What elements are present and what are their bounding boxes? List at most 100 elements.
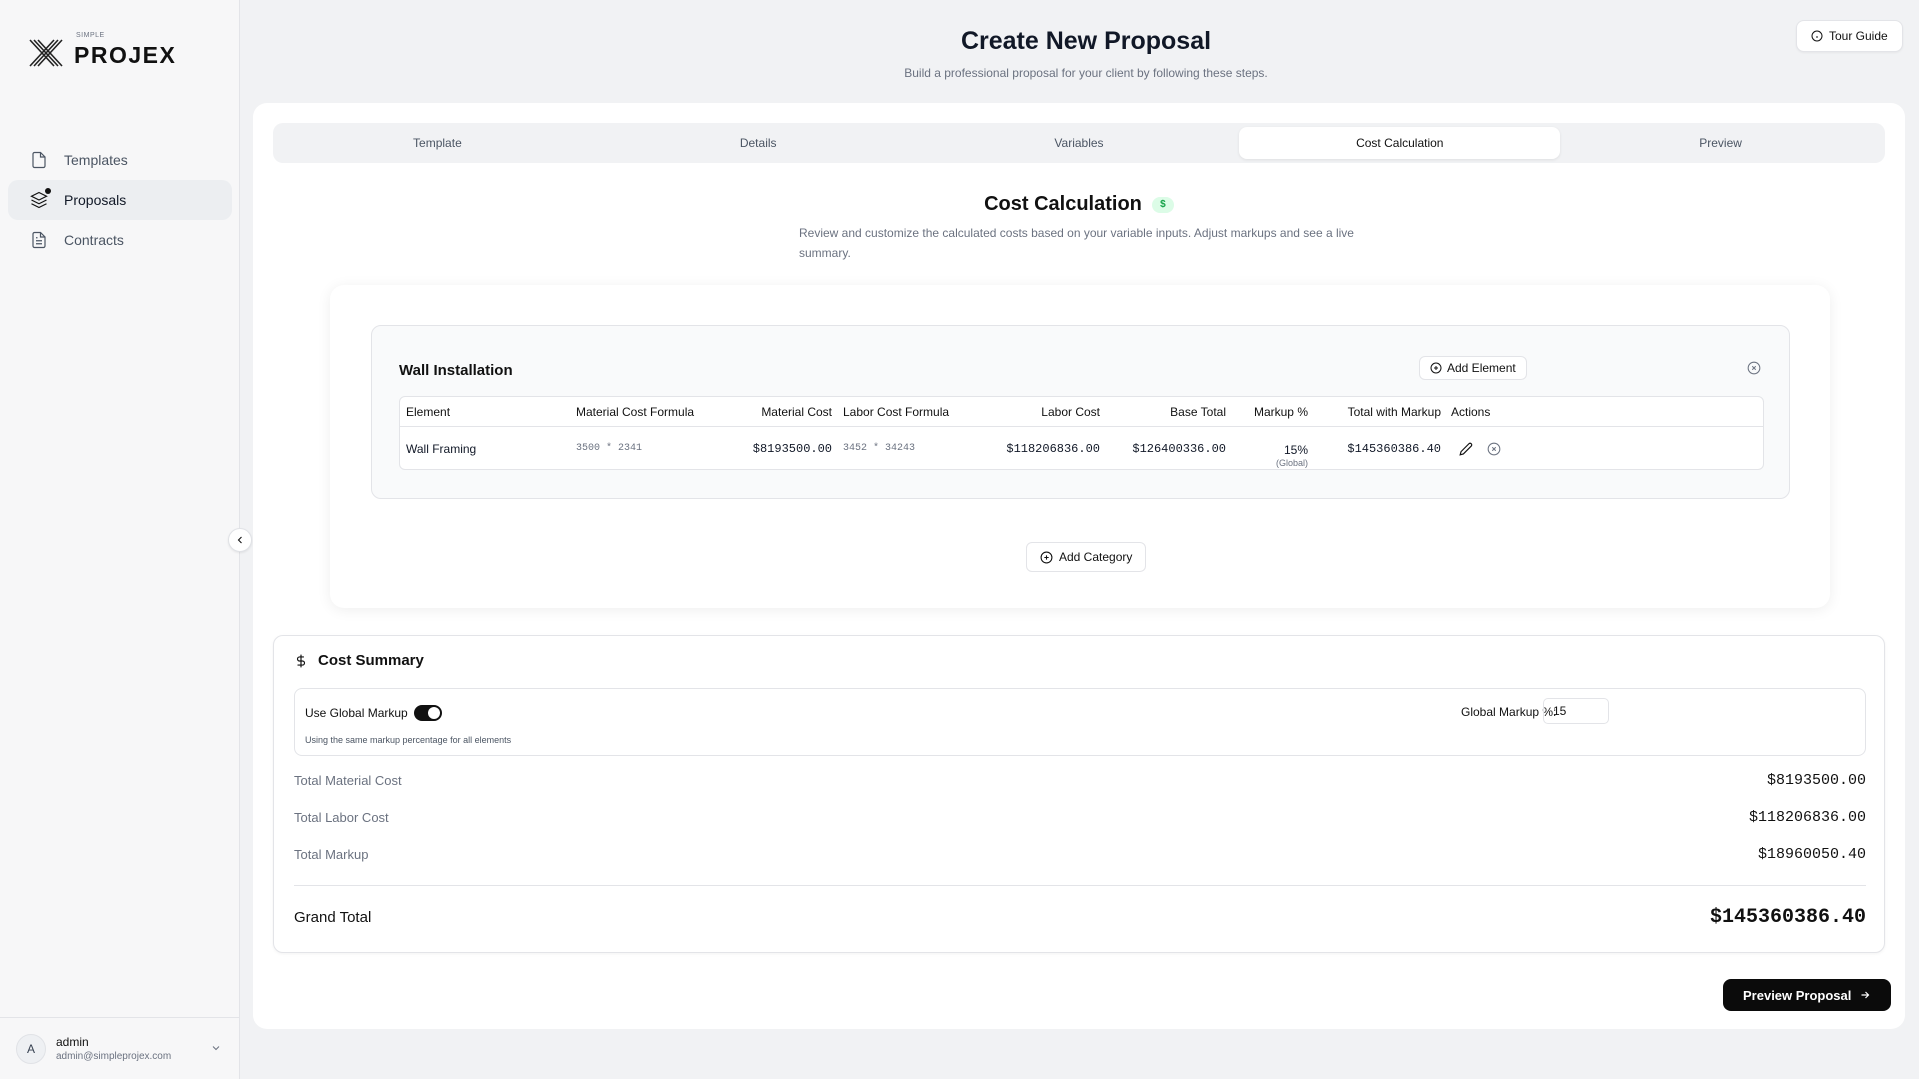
summary-title-text: Cost Summary — [318, 652, 424, 669]
summary-row-markup: Total Markup $18960050.40 — [294, 846, 1866, 863]
tab-template[interactable]: Template — [277, 127, 598, 159]
dollar-badge-icon: $ — [1151, 196, 1174, 213]
labor-cost: $118206836.00 — [1006, 441, 1100, 456]
summary-label: Total Markup — [294, 847, 369, 862]
add-category-label: Add Category — [1059, 550, 1133, 564]
table-row: Wall Framing 3500 * 2341 $8193500.00 345… — [400, 427, 1763, 470]
markup-value: 15% — [1283, 443, 1308, 457]
user-email: admin@simpleprojex.com — [56, 1051, 172, 1062]
collapse-sidebar-button[interactable] — [228, 528, 252, 552]
cost-summary: Cost Summary Use Global Markup Using the… — [273, 635, 1885, 953]
sidebar-item-label: Proposals — [64, 192, 127, 208]
tour-guide-button[interactable]: Tour Guide — [1796, 20, 1903, 52]
global-markup-input[interactable]: 15 — [1543, 698, 1609, 724]
sidebar: SIMPLE PROJEX Templates Proposals Contra… — [0, 0, 240, 1079]
col-material-formula: Material Cost Formula — [576, 404, 695, 419]
preview-proposal-button[interactable]: Preview Proposal — [1723, 979, 1892, 1011]
layers-icon — [30, 191, 48, 209]
tour-guide-label: Tour Guide — [1829, 29, 1888, 43]
logo[interactable]: SIMPLE PROJEX — [28, 32, 177, 69]
summary-value: $118206836.00 — [1748, 809, 1866, 826]
arrow-right-icon — [1861, 991, 1870, 999]
sidebar-item-label: Contracts — [64, 232, 124, 248]
logo-small-text: SIMPLE — [76, 32, 105, 39]
global-markup-toggle-row: Use Global Markup — [305, 705, 442, 721]
plus-circle-icon — [1040, 551, 1053, 563]
info-icon — [1811, 30, 1823, 42]
col-material-cost: Material Cost — [761, 404, 832, 419]
global-markup-help: Using the same markup percentage for all… — [305, 735, 512, 745]
col-element: Element — [406, 404, 451, 419]
element-name: Wall Framing — [406, 441, 477, 456]
user-name: admin — [56, 1035, 89, 1049]
global-markup-toggle[interactable] — [413, 705, 442, 721]
global-markup-panel: Use Global Markup Using the same markup … — [294, 688, 1866, 756]
summary-divider — [294, 885, 1866, 886]
add-category-button[interactable]: Add Category — [1026, 542, 1147, 572]
tab-details[interactable]: Details — [598, 127, 919, 159]
summary-title: Cost Summary — [294, 652, 424, 669]
document-icon — [32, 231, 46, 249]
tab-variables[interactable]: Variables — [919, 127, 1240, 159]
base-total: $126400336.00 — [1132, 441, 1226, 456]
summary-row-grand-total: Grand Total $145360386.40 — [294, 906, 1866, 929]
summary-label: Total Labor Cost — [294, 810, 389, 825]
col-base-total: Base Total — [1170, 404, 1226, 419]
sidebar-item-label: Templates — [64, 152, 128, 168]
grand-total-value: $145360386.40 — [1709, 906, 1866, 929]
chevron-down-icon — [212, 1046, 220, 1051]
logo-mark-icon — [29, 38, 63, 67]
add-element-button[interactable]: Add Element — [1419, 356, 1527, 380]
col-labor-formula: Labor Cost Formula — [843, 404, 950, 419]
col-markup: Markup % — [1253, 404, 1308, 419]
remove-category-icon[interactable] — [1747, 361, 1761, 375]
summary-label: Total Material Cost — [294, 773, 402, 788]
edit-icon[interactable] — [1459, 442, 1473, 456]
col-labor-cost: Labor Cost — [1041, 404, 1100, 419]
add-element-label: Add Element — [1447, 361, 1516, 375]
user-menu[interactable]: A admin admin@simpleprojex.com — [0, 1017, 240, 1079]
wizard-card: Template Details Variables Cost Calculat… — [253, 103, 1905, 1029]
plus-circle-icon — [1430, 362, 1442, 374]
row-actions — [1445, 427, 1501, 470]
total-with-markup: $145360386.40 — [1347, 441, 1441, 456]
section-title: Cost Calculation $ — [253, 193, 1905, 216]
avatar: A — [16, 1033, 46, 1064]
cost-calculation-card: Wall Installation Add Element Element Ma… — [330, 285, 1830, 608]
preview-proposal-label: Preview Proposal — [1743, 987, 1852, 1003]
dollar-icon — [296, 654, 306, 667]
markup-note: (Global) — [1275, 458, 1308, 468]
sidebar-nav: Templates Proposals Contracts — [8, 140, 232, 260]
page-subtitle: Build a professional proposal for your c… — [904, 66, 1268, 80]
sidebar-item-contracts[interactable]: Contracts — [8, 220, 232, 260]
summary-value: $18960050.40 — [1757, 846, 1866, 863]
summary-row-labor: Total Labor Cost $118206836.00 — [294, 809, 1866, 826]
markup-cell: 15% (Global) — [1230, 427, 1308, 470]
page-title: Create New Proposal — [960, 27, 1212, 55]
step-tabs: Template Details Variables Cost Calculat… — [273, 123, 1885, 163]
tab-preview[interactable]: Preview — [1560, 127, 1881, 159]
summary-value: $8193500.00 — [1766, 772, 1866, 789]
material-cost: $8193500.00 — [752, 441, 832, 456]
remove-element-icon[interactable] — [1487, 442, 1501, 456]
labor-formula: 3452 * 34243 — [843, 443, 916, 454]
chevron-left-icon — [237, 536, 242, 544]
tab-cost-calculation[interactable]: Cost Calculation — [1239, 127, 1561, 159]
logo-name: PROJEX — [74, 42, 177, 68]
category-name: Wall Installation — [399, 362, 513, 379]
grand-total-label: Grand Total — [294, 909, 372, 926]
file-icon — [32, 151, 46, 169]
sidebar-item-templates[interactable]: Templates — [8, 140, 232, 180]
col-total-with-markup: Total with Markup — [1347, 404, 1441, 419]
summary-row-material: Total Material Cost $8193500.00 — [294, 772, 1866, 789]
notification-dot — [45, 188, 51, 194]
section-title-text: Cost Calculation — [984, 193, 1142, 215]
col-actions: Actions — [1451, 404, 1491, 419]
material-formula: 3500 * 2341 — [576, 443, 643, 454]
elements-table: Element Material Cost Formula Material C… — [399, 396, 1764, 470]
section-description: Review and customize the calculated cost… — [799, 226, 1354, 260]
sidebar-item-proposals[interactable]: Proposals — [8, 180, 232, 220]
table-header: Element Material Cost Formula Material C… — [400, 397, 1763, 427]
category-card: Wall Installation Add Element Element Ma… — [371, 325, 1790, 499]
global-markup-label: Use Global Markup — [305, 706, 408, 720]
